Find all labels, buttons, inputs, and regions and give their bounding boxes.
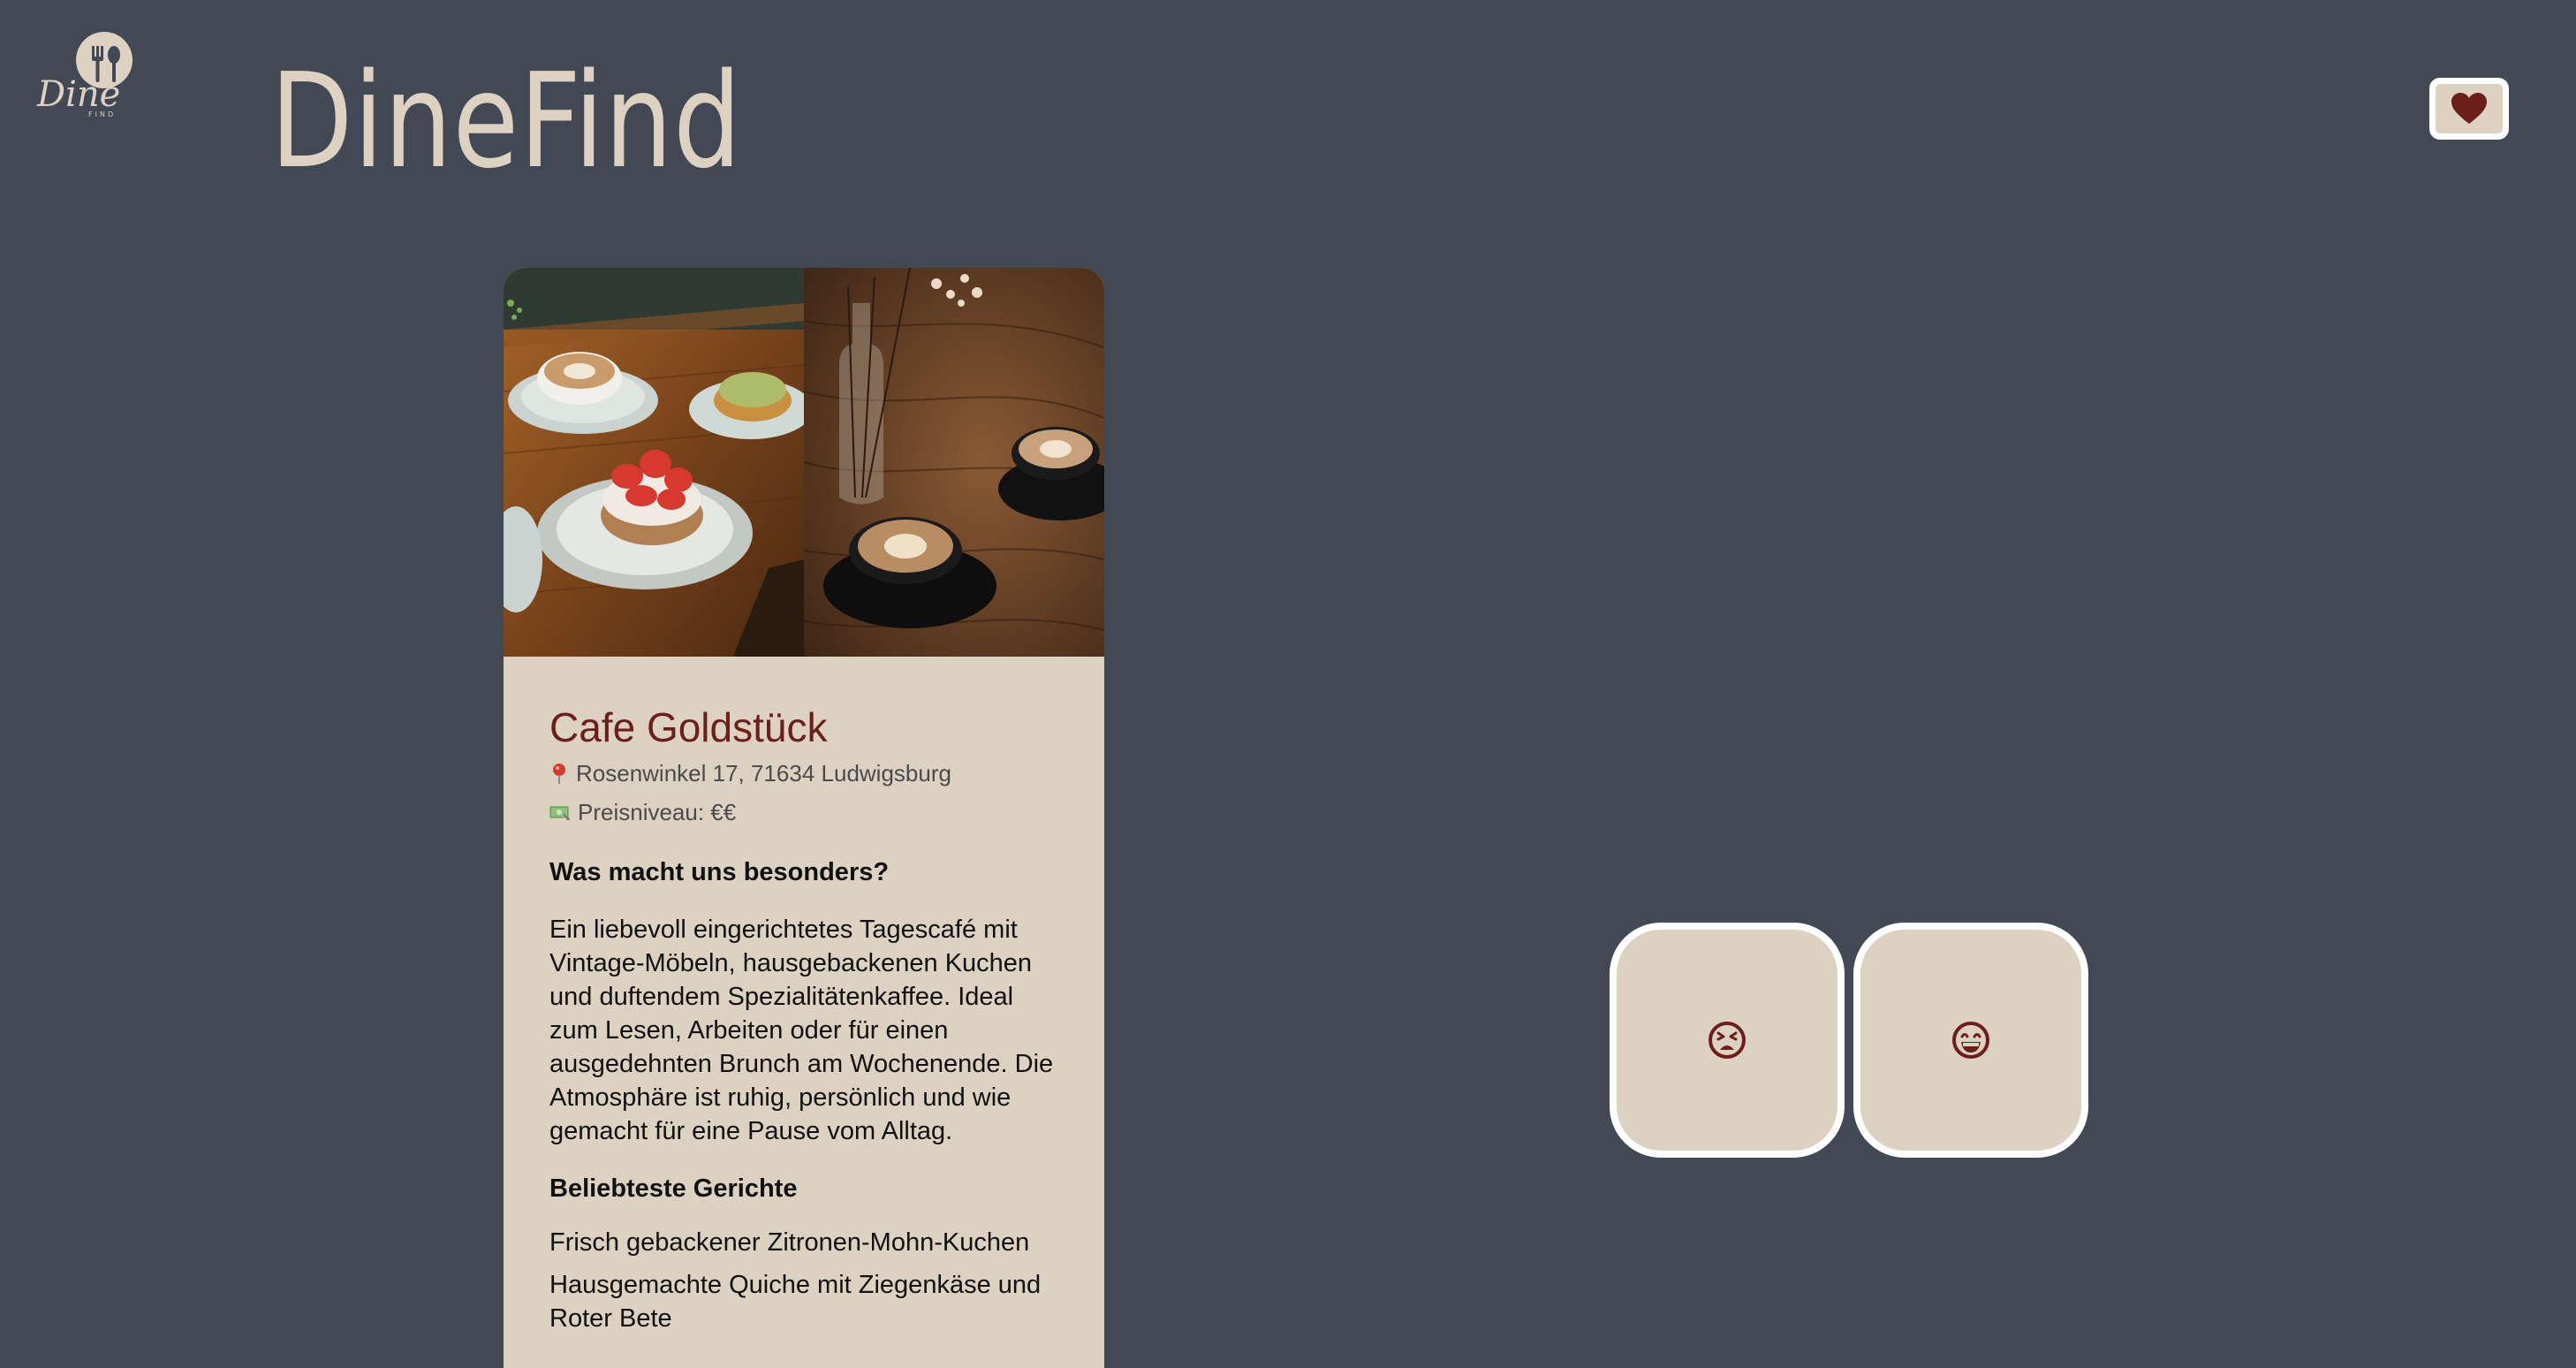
map-pin-icon [553, 764, 565, 784]
restaurant-description: Ein liebevoll eingerichtetes Tagescafé m… [549, 916, 1054, 1145]
banknote-icon [549, 806, 571, 820]
list-item: Frisch gebackener Zitronen-Mohn-Kuchen [549, 1228, 1030, 1257]
address-line: Rosenwinkel 17, 71634 Ludwigsburg [549, 754, 1058, 793]
page-title: DineFind [270, 45, 742, 197]
restaurant-details: Cafe Goldstück Rosenwinkel 17, 71634 Lud… [504, 701, 1104, 1335]
photo-coffee-cups [804, 268, 1104, 657]
logo-subtext: FIND [88, 110, 116, 118]
restaurant-address: Rosenwinkel 17, 71634 Ludwigsburg [576, 760, 951, 787]
heart-icon [2451, 93, 2487, 124]
app-root: Dine FIND DineFind Cafe Goldstück Rosenw… [0, 0, 2576, 1368]
restaurant-name: Cafe Goldstück [549, 704, 828, 750]
price-line: Preisniveau: €€ [549, 793, 1058, 832]
list-item: Hausgemachte Quiche mit Ziegenkäse und R… [549, 1271, 1042, 1333]
dishes-list: Frisch gebackener Zitronen-Mohn-Kuchen H… [549, 1226, 1058, 1335]
price-level: Preisniveau: €€ [578, 799, 737, 825]
special-heading: Was macht uns besonders? [549, 858, 890, 886]
brand-logo: Dine FIND [34, 30, 143, 118]
favorites-button[interactable] [2429, 78, 2509, 140]
photo-cake-table [504, 268, 804, 657]
restaurant-card: Cafe Goldstück Rosenwinkel 17, 71634 Lud… [504, 268, 1104, 1368]
logo-script-text: Dine [36, 74, 120, 115]
photo-gallery [504, 268, 1104, 657]
tired-face-icon [1708, 1022, 1746, 1059]
dishes-heading: Beliebteste Gerichte [549, 1174, 798, 1203]
like-button[interactable] [1853, 923, 2088, 1158]
grinning-face-icon [1952, 1022, 1989, 1059]
dislike-button[interactable] [1610, 923, 1845, 1158]
